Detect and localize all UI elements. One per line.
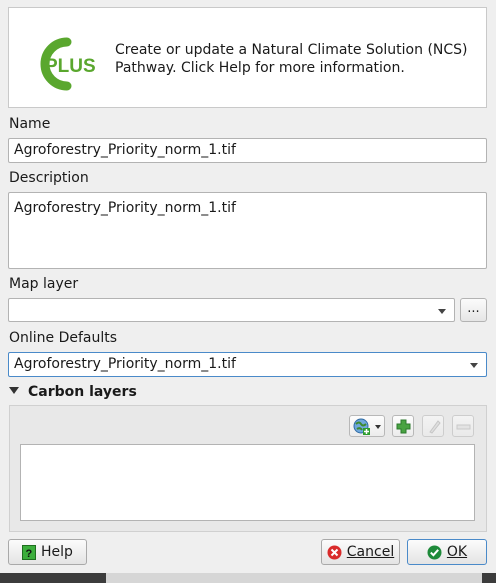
edit-icon: [429, 420, 441, 434]
name-field[interactable]: Agroforestry_Priority_norm_1.tif: [8, 138, 487, 163]
cancel-icon: [327, 545, 342, 559]
ok-button[interactable]: OK: [407, 539, 487, 565]
cplus-logo: PLUS: [40, 37, 96, 91]
online-defaults-value: Agroforestry_Priority_norm_1.tif: [14, 356, 236, 372]
window-bottom-gap: [106, 573, 482, 583]
online-defaults-label: Online Defaults: [9, 330, 118, 346]
globe-add-icon: [353, 418, 370, 435]
name-label: Name: [9, 116, 51, 132]
collapse-triangle-icon: [9, 387, 19, 394]
check-icon: [427, 545, 442, 559]
ok-label-text: OK: [446, 544, 468, 560]
window-bottom-edge: [0, 573, 496, 583]
chevron-down-icon: [470, 363, 478, 368]
add-layer-button[interactable]: [392, 415, 414, 437]
edit-layer-button[interactable]: [422, 415, 444, 437]
cancel-label-text: Cancel: [346, 544, 395, 560]
cancel-label: Cancel: [347, 540, 394, 564]
help-button[interactable]: ? Help: [8, 539, 87, 565]
help-icon: ?: [22, 544, 37, 560]
chevron-down-icon: [438, 309, 446, 314]
carbon-layers-list[interactable]: [20, 444, 475, 521]
remove-icon: [456, 424, 471, 430]
description-field[interactable]: Agroforestry_Priority_norm_1.tif: [8, 192, 487, 269]
svg-text:?: ?: [26, 548, 33, 560]
cancel-button[interactable]: Cancel: [321, 539, 400, 565]
description-label: Description: [9, 170, 89, 186]
chevron-down-icon: [375, 425, 381, 429]
remove-layer-button[interactable]: [452, 415, 474, 437]
map-layer-combo[interactable]: [8, 298, 455, 322]
map-layer-label: Map layer: [9, 276, 79, 292]
add-online-layer-button[interactable]: [349, 415, 385, 437]
dialog-header: PLUS Create or update a Natural Climate …: [8, 7, 487, 108]
online-defaults-combo[interactable]: Agroforestry_Priority_norm_1.tif: [8, 352, 487, 377]
carbon-layers-toggle[interactable]: Carbon layers: [9, 384, 137, 400]
carbon-layers-label: Carbon layers: [28, 384, 137, 400]
ok-label: OK: [447, 540, 467, 564]
svg-text:PLUS: PLUS: [45, 56, 96, 77]
browse-button[interactable]: ...: [460, 298, 487, 322]
plus-icon: [396, 419, 411, 434]
help-label: Help: [41, 544, 73, 560]
dialog-description: Create or update a Natural Climate Solut…: [115, 42, 468, 76]
